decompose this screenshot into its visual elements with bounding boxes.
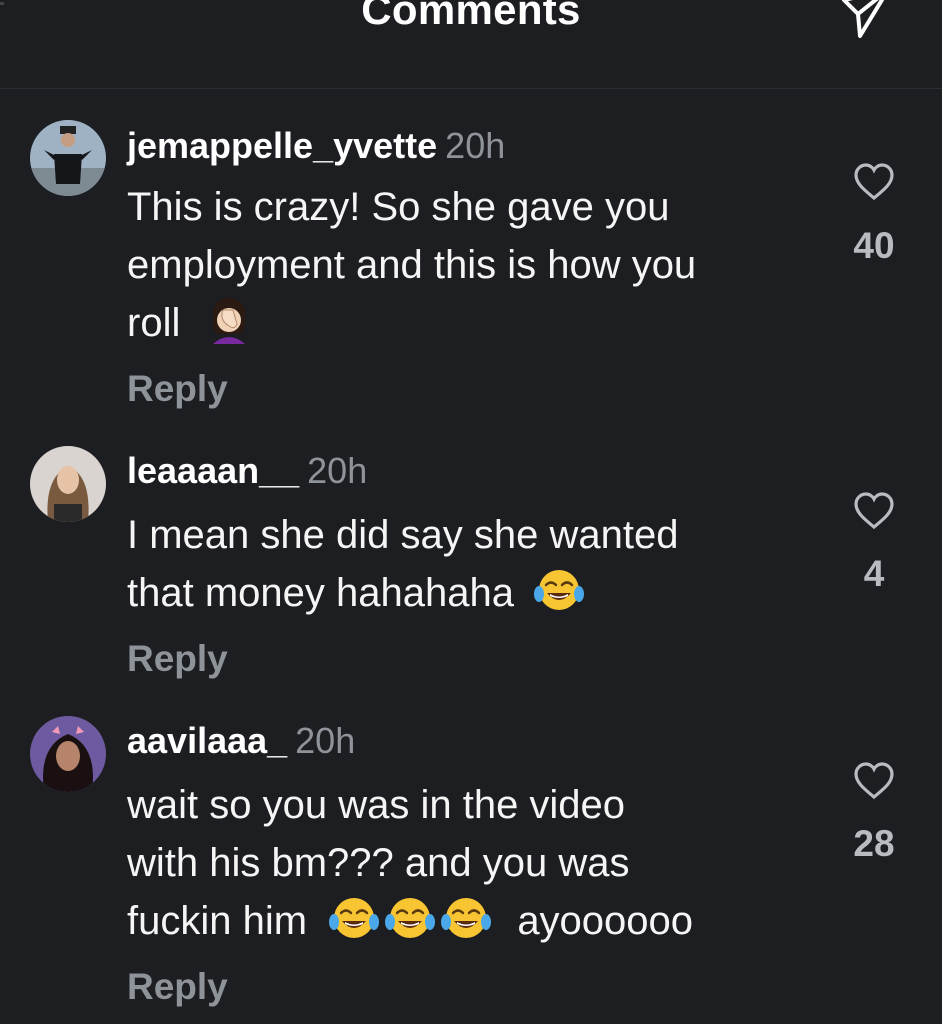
comment-line-with-emoji: that money hahahaha (127, 564, 827, 622)
avatar[interactable] (30, 120, 106, 196)
tears-of-joy-emoji-icon (328, 894, 380, 942)
comment-header: jemappelle_yvette 20h (127, 125, 505, 167)
comment-line: that money hahahaha (127, 571, 514, 615)
comment-word: ayoooooo (517, 899, 694, 943)
tears-of-joy-emoji-icon (384, 894, 436, 942)
paper-plane-icon[interactable] (838, 0, 894, 40)
reply-button[interactable]: Reply (127, 966, 228, 1008)
reply-button[interactable]: Reply (127, 368, 228, 410)
comment-line: This is crazy! So she gave you (127, 185, 670, 229)
comment-line-with-emoji: fuckin him ayoooooo (127, 892, 827, 950)
tears-of-joy-emoji-icon (533, 566, 585, 614)
comment-line: wait so you was in the video (127, 783, 626, 827)
heart-icon[interactable] (853, 163, 895, 201)
reply-button[interactable]: Reply (127, 638, 228, 680)
comment-header: aavilaaa_ 20h (127, 720, 355, 762)
comment-line: fuckin him (127, 899, 308, 943)
username[interactable]: leaaaan__ (127, 450, 299, 491)
username[interactable]: aavilaaa_ (127, 720, 287, 761)
username[interactable]: jemappelle_yvette (127, 125, 437, 166)
avatar[interactable] (30, 716, 106, 792)
like-count: 28 (853, 823, 895, 864)
comment-line: I mean she did say she wanted (127, 513, 679, 557)
heart-icon[interactable] (853, 762, 895, 800)
avatar-image (30, 120, 106, 196)
comment-line: roll (127, 301, 181, 345)
comment-line-with-emoji: roll (127, 294, 827, 352)
like-count: 4 (863, 553, 885, 594)
comment-line: with his bm??? and you was (127, 841, 630, 885)
comment-header: leaaaan__ 20h (127, 450, 367, 492)
tears-of-joy-emoji-icon (440, 894, 492, 942)
header-bar: Comments (0, 0, 942, 89)
comment-text: This is crazy! So she gave you employmen… (127, 178, 827, 352)
page-title: Comments (361, 0, 581, 33)
timestamp: 20h (445, 125, 506, 166)
timestamp: 20h (295, 720, 356, 761)
comment-text: I mean she did say she wanted that money… (127, 506, 827, 622)
avatar-image (30, 446, 106, 522)
timestamp: 20h (307, 450, 368, 491)
face-palm-emoji-icon (213, 298, 246, 344)
avatar-image (30, 716, 106, 792)
comment-text: wait so you was in the video with his bm… (127, 776, 827, 950)
avatar[interactable] (30, 446, 106, 522)
heart-icon[interactable] (853, 492, 895, 530)
comment-line: employment and this is how you (127, 243, 697, 287)
like-count: 40 (853, 225, 895, 266)
